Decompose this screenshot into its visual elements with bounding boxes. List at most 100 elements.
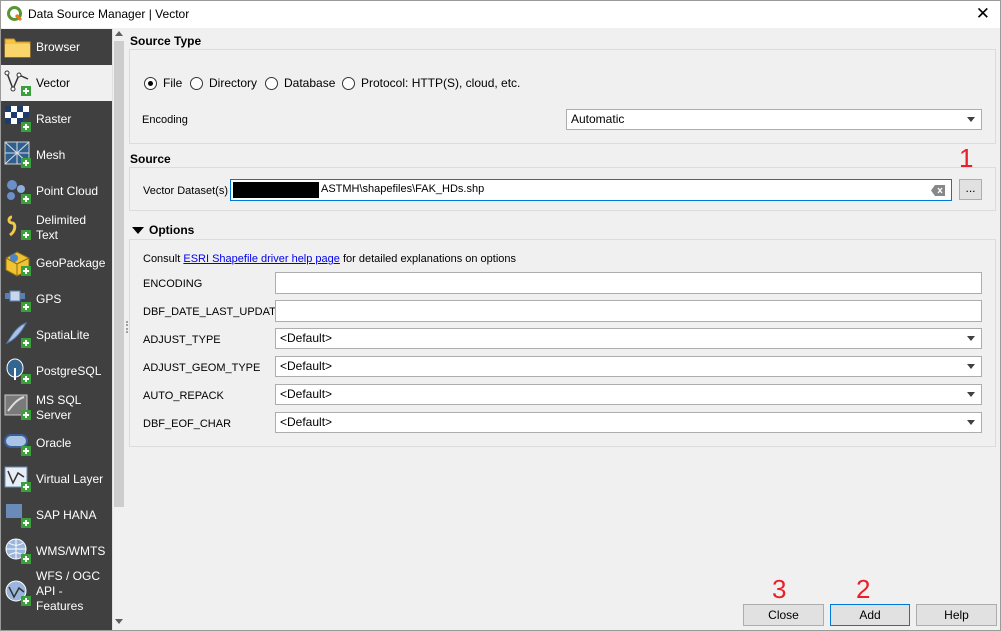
radio-label: File [163, 76, 183, 90]
radio-dot[interactable] [190, 76, 203, 90]
combo-value: <Default> [280, 359, 333, 373]
radio-protocol[interactable]: Protocol: HTTP(S), cloud, etc. [342, 75, 520, 91]
sidebar-item-label: MS SQL Server [36, 393, 82, 422]
combo-value: <Default> [280, 415, 333, 429]
radio-directory[interactable]: Directory [190, 75, 257, 91]
sidebar-item-mesh[interactable]: Mesh [1, 137, 112, 173]
title-bar: Data Source Manager | Vector ✕ [1, 1, 1000, 28]
sidebar-item-point-cloud[interactable]: Point Cloud [1, 173, 112, 209]
option-combo-dbf-eof[interactable]: <Default> [275, 412, 982, 433]
geopackage-add-icon [5, 251, 31, 277]
combo-value: <Default> [280, 387, 333, 401]
sidebar-item-virtual-layer[interactable]: Virtual Layer [1, 461, 112, 497]
sidebar-item-wfs-ogc-api-features[interactable]: WFS / OGC API - Features [1, 569, 112, 619]
sidebar-item-label: Delimited Text [36, 213, 87, 242]
radio-label: Directory [209, 76, 258, 90]
sidebar-item-oracle[interactable]: Oracle [1, 425, 112, 461]
delimited-text-add-icon [7, 215, 31, 240]
consult-suffix: for detailed explanations on options [339, 253, 517, 265]
annotation-2: 2 [856, 574, 871, 604]
vector-dataset-input[interactable]: ASTMH\shapefiles\FAK_HDs.shp [230, 179, 952, 201]
option-label-dbf-date: DBF_DATE_LAST_UPDATE [143, 306, 284, 318]
scrollbar-thumb[interactable] [114, 41, 124, 507]
qgis-logo-icon [7, 6, 23, 22]
option-input-dbf-date[interactable] [275, 300, 982, 322]
option-label-adjust-type: ADJUST_TYPE [143, 334, 221, 346]
radio-dot[interactable] [342, 76, 355, 90]
sidebar-item-label: SAP HANA [36, 508, 97, 522]
sidebar-item-label: GeoPackage [36, 256, 106, 270]
sidebar-item-geopackage[interactable]: GeoPackage [1, 245, 112, 281]
sidebar-item-label: Point Cloud [36, 184, 99, 198]
mssql-add-icon [4, 394, 31, 420]
sidebar-item-raster[interactable]: Raster [1, 101, 112, 137]
radio-dot[interactable] [265, 76, 278, 90]
radio-dot[interactable] [144, 76, 157, 90]
combo-value: Automatic [571, 112, 625, 126]
option-input-encoding[interactable] [275, 272, 982, 294]
window-title: Data Source Manager | Vector [28, 7, 190, 21]
main-content: Source Type File Directory Database Prot… [129, 29, 1000, 599]
mesh-add-icon [4, 141, 31, 168]
option-combo-adjust-type[interactable]: <Default> [275, 328, 982, 349]
option-combo-adjust-geom[interactable]: <Default> [275, 356, 982, 377]
annotation-3: 3 [772, 574, 787, 604]
spatialite-add-icon [5, 322, 31, 348]
add-button[interactable]: Add [830, 604, 910, 626]
sidebar-item-spatialite[interactable]: SpatiaLite [1, 317, 112, 353]
esri-help-link[interactable]: ESRI Shapefile driver help page [183, 253, 340, 265]
vector-add-icon [4, 70, 31, 96]
sidebar-item-gps[interactable]: GPS [1, 281, 112, 317]
oracle-add-icon [4, 434, 31, 456]
browse-button[interactable]: ... [959, 179, 982, 200]
postgresql-add-icon [6, 358, 31, 384]
consult-prefix: Consult [143, 253, 184, 265]
encoding-label: Encoding [142, 114, 188, 126]
sap-hana-add-icon [6, 504, 31, 528]
sidebar-item-label: WMS/WMTS [36, 544, 106, 558]
splitter-handle[interactable] [126, 321, 128, 333]
redacted-path [233, 182, 319, 198]
option-label-adjust-geom: ADJUST_GEOM_TYPE [143, 362, 261, 374]
chevron-down-icon [967, 364, 975, 369]
sidebar-item-label: Vector [36, 76, 71, 90]
sidebar-item-postgresql[interactable]: PostgreSQL [1, 353, 112, 389]
folder-icon [4, 38, 31, 58]
clear-input-icon[interactable] [931, 185, 945, 196]
chevron-down-icon [967, 336, 975, 341]
radio-file[interactable]: File [144, 75, 182, 91]
radio-database[interactable]: Database [265, 75, 335, 91]
combo-value: <Default> [280, 331, 333, 345]
chevron-down-icon [967, 117, 975, 122]
dataset-path-text: ASTMH\shapefiles\FAK_HDs.shp [321, 183, 485, 195]
sidebar-item-vector[interactable]: Vector [1, 65, 112, 101]
sidebar-item-label: Oracle [36, 436, 72, 450]
vector-dataset-label: Vector Dataset(s) [143, 185, 228, 197]
virtual-layer-add-icon [4, 466, 31, 492]
point-cloud-add-icon [7, 180, 31, 204]
sidebar-item-label: GPS [36, 292, 62, 306]
close-window-icon[interactable]: ✕ [976, 4, 990, 24]
options-title[interactable]: Options [149, 223, 194, 237]
scroll-down-icon[interactable] [115, 619, 123, 624]
scroll-up-icon[interactable] [115, 31, 123, 36]
sidebar-scrollbar[interactable] [112, 29, 125, 630]
close-button[interactable]: Close [743, 604, 824, 626]
help-button[interactable]: Help [916, 604, 997, 626]
radio-label: Protocol: HTTP(S), cloud, etc. [361, 76, 521, 90]
sidebar-item-label: WFS / OGC API - Features [36, 569, 100, 613]
sidebar-item-label: PostgreSQL [36, 364, 102, 378]
sidebar: Browser Vector Raster Mesh Point Cloud D… [1, 29, 112, 630]
sidebar-item-wms-wmts[interactable]: WMS/WMTS [1, 533, 112, 569]
sidebar-item-ms-sql-server[interactable]: MS SQL Server [1, 389, 112, 425]
sidebar-item-browser[interactable]: Browser [1, 29, 112, 65]
option-combo-auto-repack[interactable]: <Default> [275, 384, 982, 405]
sidebar-item-sap-hana[interactable]: SAP HANA [1, 497, 112, 533]
option-label-encoding: ENCODING [143, 278, 203, 290]
encoding-combo[interactable]: Automatic [566, 109, 982, 130]
source-title: Source [130, 152, 171, 166]
sidebar-item-label: SpatiaLite [36, 328, 90, 342]
sidebar-item-label: Browser [36, 40, 81, 54]
sidebar-item-delimited-text[interactable]: Delimited Text [1, 209, 112, 245]
collapse-triangle-icon[interactable] [132, 227, 144, 234]
